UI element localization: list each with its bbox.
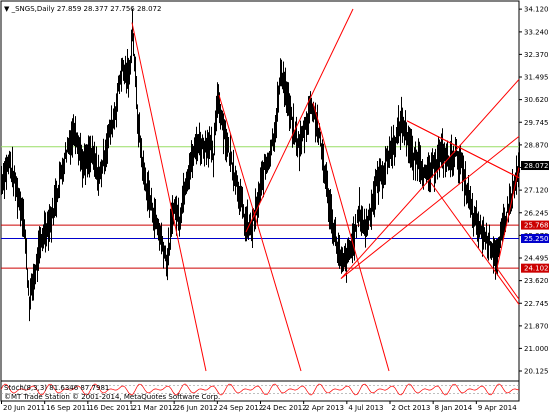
y-tick-label: 23.620: [524, 277, 549, 285]
y-tick-label: 29.745: [524, 119, 549, 127]
x-tick-label: 2 Apr 2013: [305, 404, 344, 412]
indicator-label: Stoch(8,3,3) 81.6346 87.7981: [4, 384, 109, 392]
x-tick-label: 16 Dec 2011: [89, 404, 134, 412]
y-tick-label: 27.120: [524, 187, 549, 195]
x-tick-label: 9 Apr 2014: [478, 404, 517, 412]
y-tick-label: 22.745: [524, 300, 549, 308]
chart-background: [0, 0, 550, 413]
y-tick-label: 20.125: [524, 368, 549, 376]
y-tick-label: 32.370: [524, 51, 549, 59]
y-tick-label: 26.245: [524, 209, 549, 217]
copyright-text: ©MT Trade Station © 2001-2014, MetaQuote…: [4, 393, 220, 401]
y-tick-label: 21.000: [524, 345, 549, 353]
chart-title: ▼ _SNGS,Daily 27.859 28.377 27.756 28.07…: [4, 5, 161, 13]
y-tick-label: 31.495: [524, 74, 549, 82]
price-chart[interactable]: ▼ _SNGS,Daily 27.859 28.377 27.756 28.07…: [0, 0, 550, 413]
x-tick-label: 2 Oct 2013: [392, 404, 431, 412]
x-tick-label: 24 Sep 2012: [219, 404, 263, 412]
y-tick-label: 30.620: [524, 96, 549, 104]
level-tag-label: 24.102: [524, 265, 549, 273]
y-tick-label: 33.240: [524, 28, 549, 36]
y-tick-label: 34.120: [524, 6, 549, 14]
x-tick-label: 20 Jun 2011: [3, 404, 45, 412]
x-tick-label: 4 Jul 2013: [348, 404, 383, 412]
x-tick-label: 16 Sep 2011: [46, 404, 90, 412]
level-tag-label: 25.768: [524, 222, 549, 230]
current-price-label: 28.072: [524, 162, 549, 170]
x-tick-label: 21 Mar 2012: [133, 404, 177, 412]
x-tick-label: 26 Jun 2012: [176, 404, 218, 412]
y-tick-label: 28.870: [524, 141, 549, 149]
y-tick-label: 21.870: [524, 322, 549, 330]
x-tick-label: 24 Dec 2012: [262, 404, 307, 412]
x-tick-label: 8 Jan 2014: [435, 404, 473, 412]
y-tick-label: 24.495: [524, 255, 549, 263]
level-tag-label: 25.250: [524, 235, 549, 243]
